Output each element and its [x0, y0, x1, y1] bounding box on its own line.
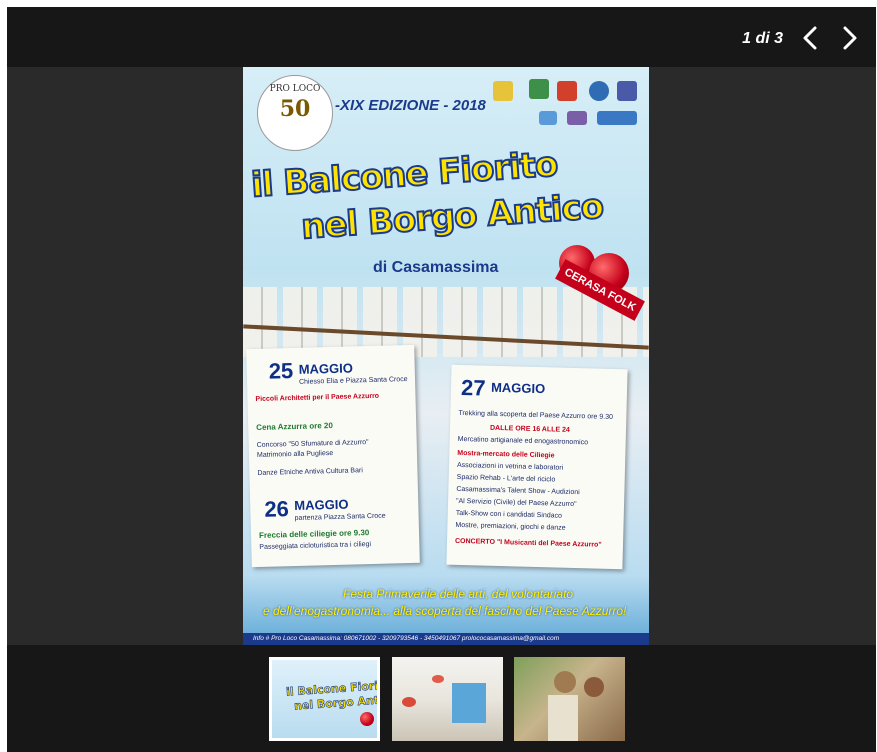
program-card-25-26: 25 MAGGIO Chiesso Elia e Piazza Santa Cr…: [246, 344, 420, 568]
event-place: Chiesso Elia e Piazza Santa Croce: [298, 376, 408, 386]
sponsor-logo: [597, 111, 637, 125]
month-label: MAGGIO: [298, 360, 354, 377]
event-line: "Al Servizio (Civile) del Paese Azzurro": [455, 497, 577, 509]
pro-loco-logo: PRO LOCO 50: [257, 75, 333, 151]
thumbnail-3[interactable]: [514, 657, 625, 741]
sponsor-logo: [567, 111, 587, 125]
event-line: CONCERTO "I Musicanti del Paese Azzurro": [454, 537, 602, 549]
thumbnail-strip: il Balcone Fiorito nel Borgo Antico: [7, 645, 876, 752]
flower-graphic: [402, 697, 416, 707]
sponsor-logo: [529, 79, 549, 99]
badge-number: 50: [279, 96, 311, 122]
cherry-graphic: [360, 712, 374, 726]
day-number: 26: [264, 496, 290, 522]
image-counter: 1 di 3: [742, 30, 783, 47]
image-viewer: 1 di 3 PRO LOCO 50 -XIX EDIZIONE - 2018: [7, 7, 876, 752]
thumbnail-2[interactable]: [392, 657, 503, 741]
sponsor-logo: [589, 81, 609, 101]
sponsor-logos: [493, 75, 643, 135]
person-graphic: [554, 671, 576, 693]
image-stage: PRO LOCO 50 -XIX EDIZIONE - 2018 il Balc…: [7, 67, 876, 645]
thumbnail-1[interactable]: il Balcone Fiorito nel Borgo Antico: [269, 657, 380, 741]
flower-graphic: [432, 675, 444, 683]
sponsor-logo: [493, 81, 513, 101]
event-line: DALLE ORE 16 ALLE 24: [489, 424, 570, 434]
event-line: Freccia delle ciliegie ore 9.30: [258, 528, 370, 540]
canvas-graphic: [548, 695, 578, 741]
event-line: Associazioni in vetrina e laboratori: [456, 461, 564, 472]
poster-tagline-1: Festa Primaverile delle arti, del volont…: [343, 587, 574, 601]
poster-subtitle: di Casamassima: [373, 259, 499, 276]
sponsor-logo: [539, 111, 557, 125]
day-number: 27: [460, 374, 486, 401]
event-line: Mostre, premiazioni, giochi e danze: [455, 521, 566, 532]
chevron-right-icon: [843, 26, 857, 50]
program-card-27: 27 MAGGIO Trekking alla scoperta del Pae…: [446, 364, 628, 570]
poster-tagline-2: e dell'enogastronomia... alla scoperta d…: [263, 604, 627, 618]
event-line: Mercatino artigianale ed enogastronomico: [457, 435, 589, 447]
event-line: Piccoli Architetti per il Paese Azzurro: [255, 392, 380, 404]
month-label: MAGGIO: [294, 496, 349, 514]
sponsor-logo: [617, 81, 637, 101]
event-poster-image: PRO LOCO 50 -XIX EDIZIONE - 2018 il Balc…: [243, 67, 649, 645]
badge-text: PRO LOCO: [269, 84, 321, 94]
prev-image-button[interactable]: [796, 22, 826, 54]
event-line: Danze Etniche Antiva Cultura Bari: [257, 467, 363, 477]
edition-label: -XIX EDIZIONE - 2018: [335, 97, 486, 114]
sponsor-logo: [557, 81, 577, 101]
event-line: Mostra-mercato delle Ciliegie: [457, 449, 555, 460]
day-number: 25: [268, 358, 294, 384]
viewer-topbar: 1 di 3: [7, 7, 876, 67]
event-place: partenza Piazza Santa Croce: [294, 512, 386, 523]
poster-info-bar: Info # Pro Loco Casamassima: 080671002 -…: [243, 633, 649, 645]
person-graphic: [584, 677, 604, 697]
event-line: Talk-Show con i candidati Sindaco: [455, 509, 563, 520]
event-line: Cena Azzurra ore 20: [256, 420, 333, 432]
event-line: Spazio Rehab - L'arte del riciclo: [456, 473, 556, 484]
window-graphic: [452, 683, 486, 723]
event-line: Trekking alla scoperta del Paese Azzurro…: [458, 409, 614, 421]
event-line: Casamassima's Talent Show - Audizioni: [456, 485, 580, 497]
month-label: MAGGIO: [490, 379, 546, 397]
chevron-left-icon: [803, 26, 817, 50]
next-image-button[interactable]: [834, 22, 864, 54]
event-line: Passeggiata cicloturistica tra i ciliegi: [259, 541, 372, 551]
